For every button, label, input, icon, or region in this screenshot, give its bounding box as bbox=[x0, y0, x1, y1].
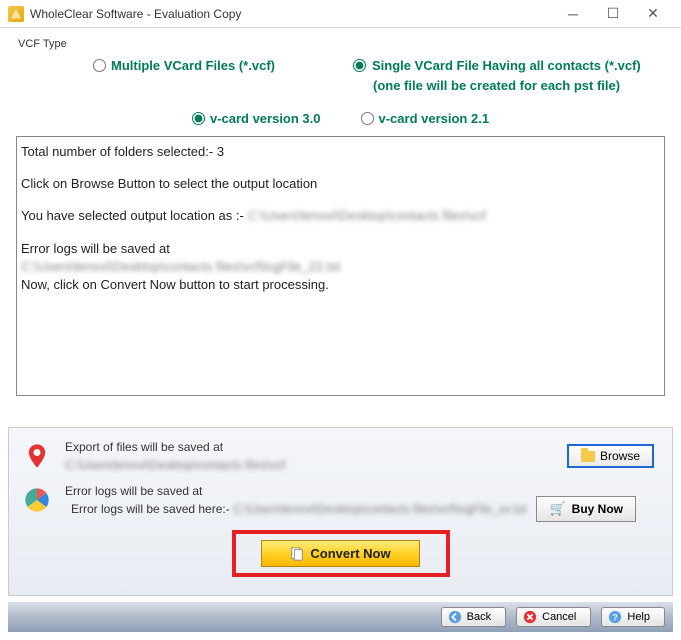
log-line: Error logs will be saved atC:\Users\leno… bbox=[21, 240, 660, 295]
convert-now-button[interactable]: Convert Now bbox=[261, 540, 419, 567]
back-label: Back bbox=[467, 611, 491, 623]
convert-label: Convert Now bbox=[310, 546, 390, 561]
highlight-box: Convert Now bbox=[232, 530, 450, 577]
folder-icon bbox=[581, 451, 595, 462]
cancel-button[interactable]: Cancel bbox=[516, 607, 591, 627]
cancel-label: Cancel bbox=[542, 611, 576, 623]
radio-single-label1: Single VCard File Having all contacts (*… bbox=[372, 58, 641, 73]
help-label: Help bbox=[627, 611, 650, 623]
radio-single-label2: (one file will be created for each pst f… bbox=[373, 78, 620, 93]
svg-text:?: ? bbox=[613, 613, 618, 623]
log-line: You have selected output location as :- … bbox=[21, 207, 660, 225]
back-icon bbox=[448, 610, 462, 624]
radio-v30-label: v-card version 3.0 bbox=[210, 111, 321, 126]
cancel-icon bbox=[523, 610, 537, 624]
close-button[interactable]: ✕ bbox=[633, 1, 673, 27]
vcf-type-label: VCF Type bbox=[8, 38, 673, 50]
log-line: Total number of folders selected:- 3 bbox=[21, 143, 660, 161]
buy-now-button[interactable]: 🛒 Buy Now bbox=[536, 496, 636, 522]
radio-multiple-label: Multiple VCard Files (*.vcf) bbox=[111, 58, 275, 73]
buy-label: Buy Now bbox=[572, 502, 623, 516]
radio-v21-label: v-card version 2.1 bbox=[379, 111, 490, 126]
browse-label: Browse bbox=[600, 449, 640, 463]
help-button[interactable]: ? Help bbox=[601, 607, 665, 627]
log-line: Click on Browse Button to select the out… bbox=[21, 175, 660, 193]
maximize-button[interactable]: ☐ bbox=[593, 1, 633, 27]
action-panel: Export of files will be saved at C:\User… bbox=[8, 427, 673, 596]
log-panel: Total number of folders selected:- 3 Cli… bbox=[16, 136, 665, 396]
app-icon bbox=[8, 6, 24, 22]
back-button[interactable]: Back bbox=[441, 607, 506, 627]
radio-single-vcf[interactable] bbox=[353, 59, 366, 72]
radio-v21[interactable] bbox=[361, 112, 374, 125]
cart-icon: 🛒 bbox=[549, 501, 565, 517]
export-row: Export of files will be saved at C:\User… bbox=[23, 440, 658, 472]
radio-multiple-vcf[interactable] bbox=[93, 59, 106, 72]
pin-icon bbox=[23, 442, 51, 470]
pie-icon bbox=[23, 486, 51, 514]
nav-bar: Back Cancel ? Help bbox=[8, 602, 673, 632]
title-bar: WholeClear Software - Evaluation Copy ─ … bbox=[0, 0, 681, 28]
browse-button[interactable]: Browse bbox=[567, 444, 654, 468]
convert-icon bbox=[290, 547, 304, 561]
radio-v30[interactable] bbox=[192, 112, 205, 125]
window-title: WholeClear Software - Evaluation Copy bbox=[30, 7, 553, 21]
help-icon: ? bbox=[608, 610, 622, 624]
minimize-button[interactable]: ─ bbox=[553, 1, 593, 27]
